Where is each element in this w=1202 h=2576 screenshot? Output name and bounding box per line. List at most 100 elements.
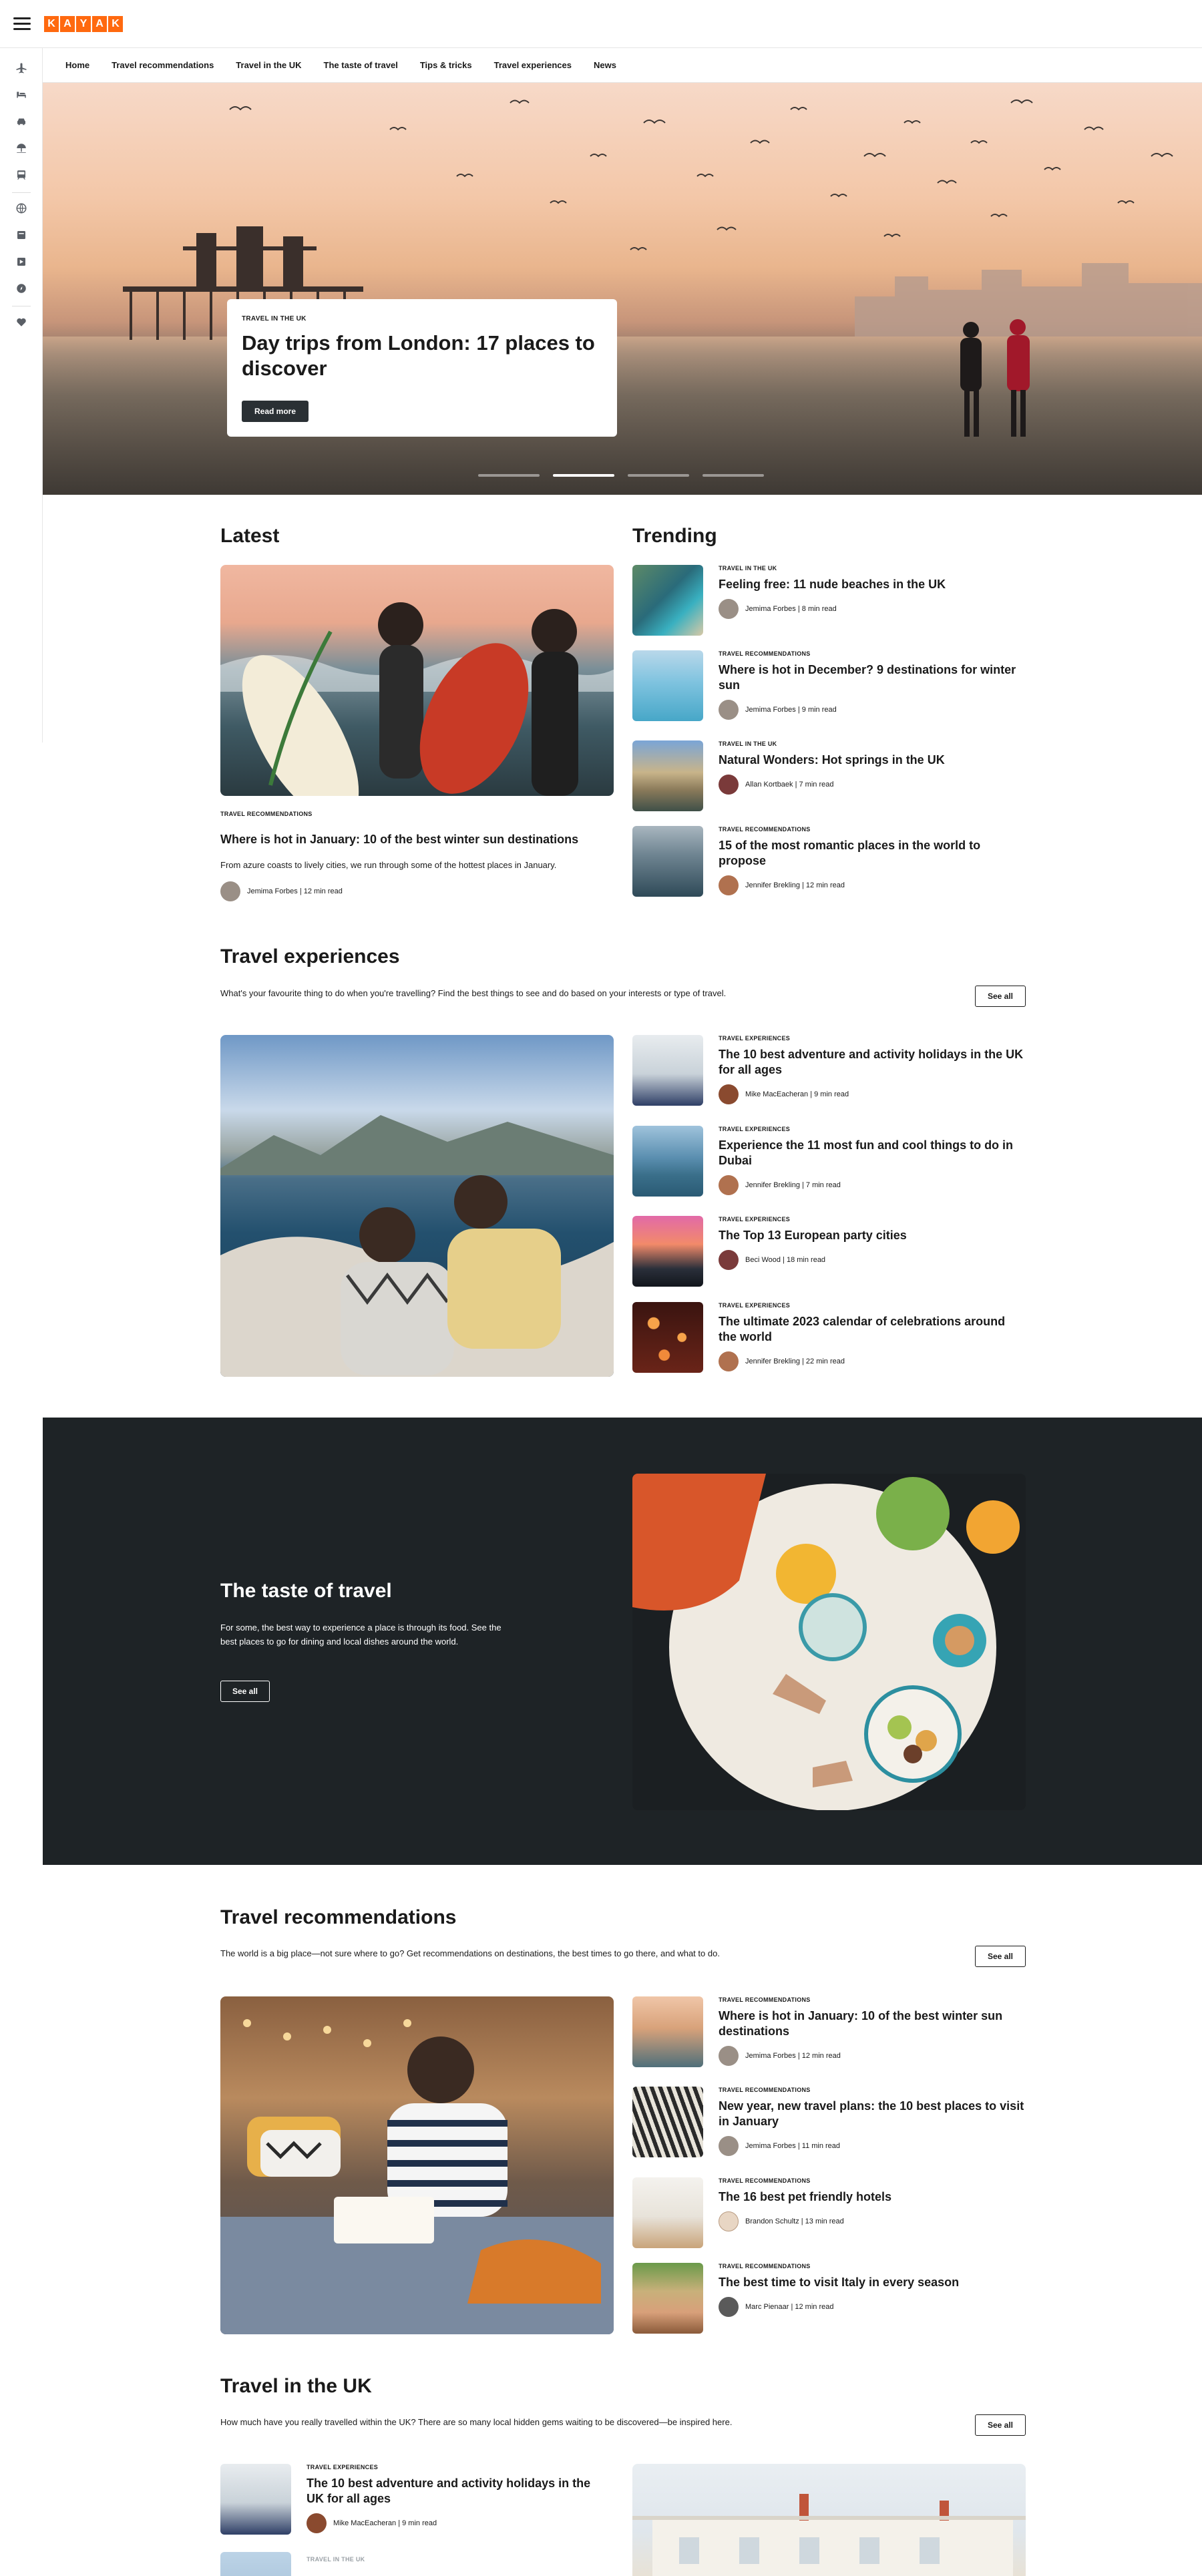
hero-carousel[interactable]: TRAVEL IN THE UK Day trips from London: … [43,83,1202,495]
plane-icon[interactable] [13,60,29,76]
item-title[interactable]: The 10 best adventure and activity holid… [719,1047,1026,1078]
article-thumbnail[interactable] [632,1126,703,1197]
recommendations-image[interactable] [220,1996,614,2334]
item-title[interactable]: The ultimate 2023 calendar of celebratio… [719,1314,1026,1345]
hotel-icon[interactable] [13,87,29,103]
author-readtime: Mike MacEacheran | 9 min read [745,1090,849,1098]
article-thumbnail[interactable] [632,740,703,811]
uk-intro: How much have you really travelled withi… [220,2417,733,2427]
trips-icon[interactable] [13,227,29,243]
taste-image[interactable] [632,1474,1026,1810]
trending-heading: Trending [632,525,717,547]
author-readtime: Jennifer Brekling | 7 min read [745,1181,841,1189]
heart-icon[interactable] [13,314,29,330]
nav-travel-experiences[interactable]: Travel experiences [494,60,572,70]
article-thumbnail[interactable] [632,565,703,636]
globe-icon[interactable] [13,200,29,216]
item-title[interactable]: Natural Wonders: Hot springs in the UK [719,753,1026,768]
author-readtime: Marc Pienaar | 12 min read [745,2303,834,2311]
article-thumbnail[interactable] [632,2087,703,2157]
carousel-indicators [478,474,777,477]
carousel-dot[interactable] [628,474,689,477]
carousel-dot[interactable] [703,474,764,477]
see-all-uk-button[interactable]: See all [975,2414,1026,2436]
author-readtime: Jennifer Brekling | 22 min read [745,1357,845,1365]
item-kicker: TRAVEL IN THE UK [719,740,777,747]
avatar [719,1084,739,1104]
article-thumbnail[interactable] [220,2552,291,2576]
experiences-intro: What's your favourite thing to do when y… [220,988,727,998]
latest-image[interactable] [220,565,614,796]
article-thumbnail[interactable] [632,1035,703,1106]
article-thumbnail[interactable] [632,1216,703,1287]
see-all-taste-button[interactable]: See all [220,1681,270,1702]
item-title[interactable]: Experience the 11 most fun and cool thin… [719,1138,1026,1168]
item-kicker: TRAVEL EXPERIENCES [719,1216,791,1223]
nav-taste-of-travel[interactable]: The taste of travel [324,60,398,70]
menu-icon[interactable] [13,17,31,31]
see-all-experiences-button[interactable]: See all [975,986,1026,1007]
experiences-image[interactable] [220,1035,614,1377]
carousel-dot-active[interactable] [553,474,614,477]
experiences-heading: Travel experiences [220,945,400,968]
item-title[interactable]: The Top 13 European party cities [719,1228,1026,1243]
avatar [719,775,739,795]
hero-title[interactable]: Day trips from London: 17 places to disc… [242,331,602,381]
nav-travel-recommendations[interactable]: Travel recommendations [112,60,214,70]
article-thumbnail[interactable] [632,1996,703,2067]
item-title[interactable]: Feeling free: 11 nude beaches in the UK [719,577,1026,592]
read-more-button[interactable]: Read more [242,401,309,422]
see-all-recommendations-button[interactable]: See all [975,1946,1026,1967]
item-title[interactable]: The 10 best adventure and activity holid… [307,2476,600,2507]
author-readtime: Allan Kortbaek | 7 min read [745,781,834,789]
avatar [719,2211,739,2231]
author-readtime: Jemima Forbes | 8 min read [745,605,837,613]
car-icon[interactable] [13,114,29,130]
item-kicker: TRAVEL EXPERIENCES [719,1035,791,1042]
logo-letter: K [44,16,59,32]
author-readtime: Jennifer Brekling | 12 min read [745,881,845,889]
article-thumbnail[interactable] [220,2464,291,2535]
item-title[interactable]: Where is hot in December? 9 destinations… [719,662,1026,693]
avatar [719,2297,739,2317]
uk-item[interactable]: TRAVEL EXPERIENCES The 10 best adventure… [220,2464,614,2537]
latest-title[interactable]: Where is hot in January: 10 of the best … [220,832,614,847]
logo-letter: K [108,16,123,32]
author-readtime: Jemima Forbes | 9 min read [745,706,837,714]
train-icon[interactable] [13,167,29,183]
hero-card[interactable]: TRAVEL IN THE UK Day trips from London: … [227,299,617,437]
item-kicker: TRAVEL RECOMMENDATIONS [719,2263,811,2270]
explore-icon[interactable] [13,254,29,270]
nav-travel-in-the-uk[interactable]: Travel in the UK [236,60,301,70]
item-title[interactable]: 15 of the most romantic places in the wo… [719,838,1026,869]
uk-item[interactable]: TRAVEL IN THE UK [220,2552,614,2576]
compass-icon[interactable] [13,280,29,296]
author-readtime: Jemima Forbes | 12 min read [247,887,343,895]
beach-icon[interactable] [13,140,29,156]
nav-news[interactable]: News [594,60,616,70]
item-title[interactable]: New year, new travel plans: the 10 best … [719,2099,1026,2129]
author-readtime: Mike MacEacheran | 9 min read [333,2519,437,2527]
latest-meta: Jemima Forbes | 12 min read [220,881,343,901]
avatar [307,2513,327,2533]
category-nav: Home Travel recommendations Travel in th… [43,48,1202,83]
article-thumbnail[interactable] [632,826,703,897]
item-title[interactable]: The 16 best pet friendly hotels [719,2189,1026,2205]
item-title[interactable]: The best time to visit Italy in every se… [719,2275,1026,2290]
article-thumbnail[interactable] [632,1302,703,1373]
uk-image[interactable] [632,2464,1026,2576]
kayak-logo[interactable]: K A Y A K [44,16,124,32]
avatar [719,2136,739,2156]
logo-letter: Y [76,16,91,32]
nav-tips-and-tricks[interactable]: Tips & tricks [420,60,472,70]
uk-heading: Travel in the UK [220,2375,372,2397]
article-thumbnail[interactable] [632,2177,703,2248]
article-thumbnail[interactable] [632,650,703,721]
carousel-dot[interactable] [478,474,540,477]
article-thumbnail[interactable] [632,2263,703,2334]
author-readtime: Jemima Forbes | 11 min read [745,2142,841,2150]
latest-heading: Latest [220,525,280,547]
recommendations-heading: Travel recommendations [220,1906,457,1928]
item-title[interactable]: Where is hot in January: 10 of the best … [719,2008,1026,2039]
nav-home[interactable]: Home [65,60,89,70]
